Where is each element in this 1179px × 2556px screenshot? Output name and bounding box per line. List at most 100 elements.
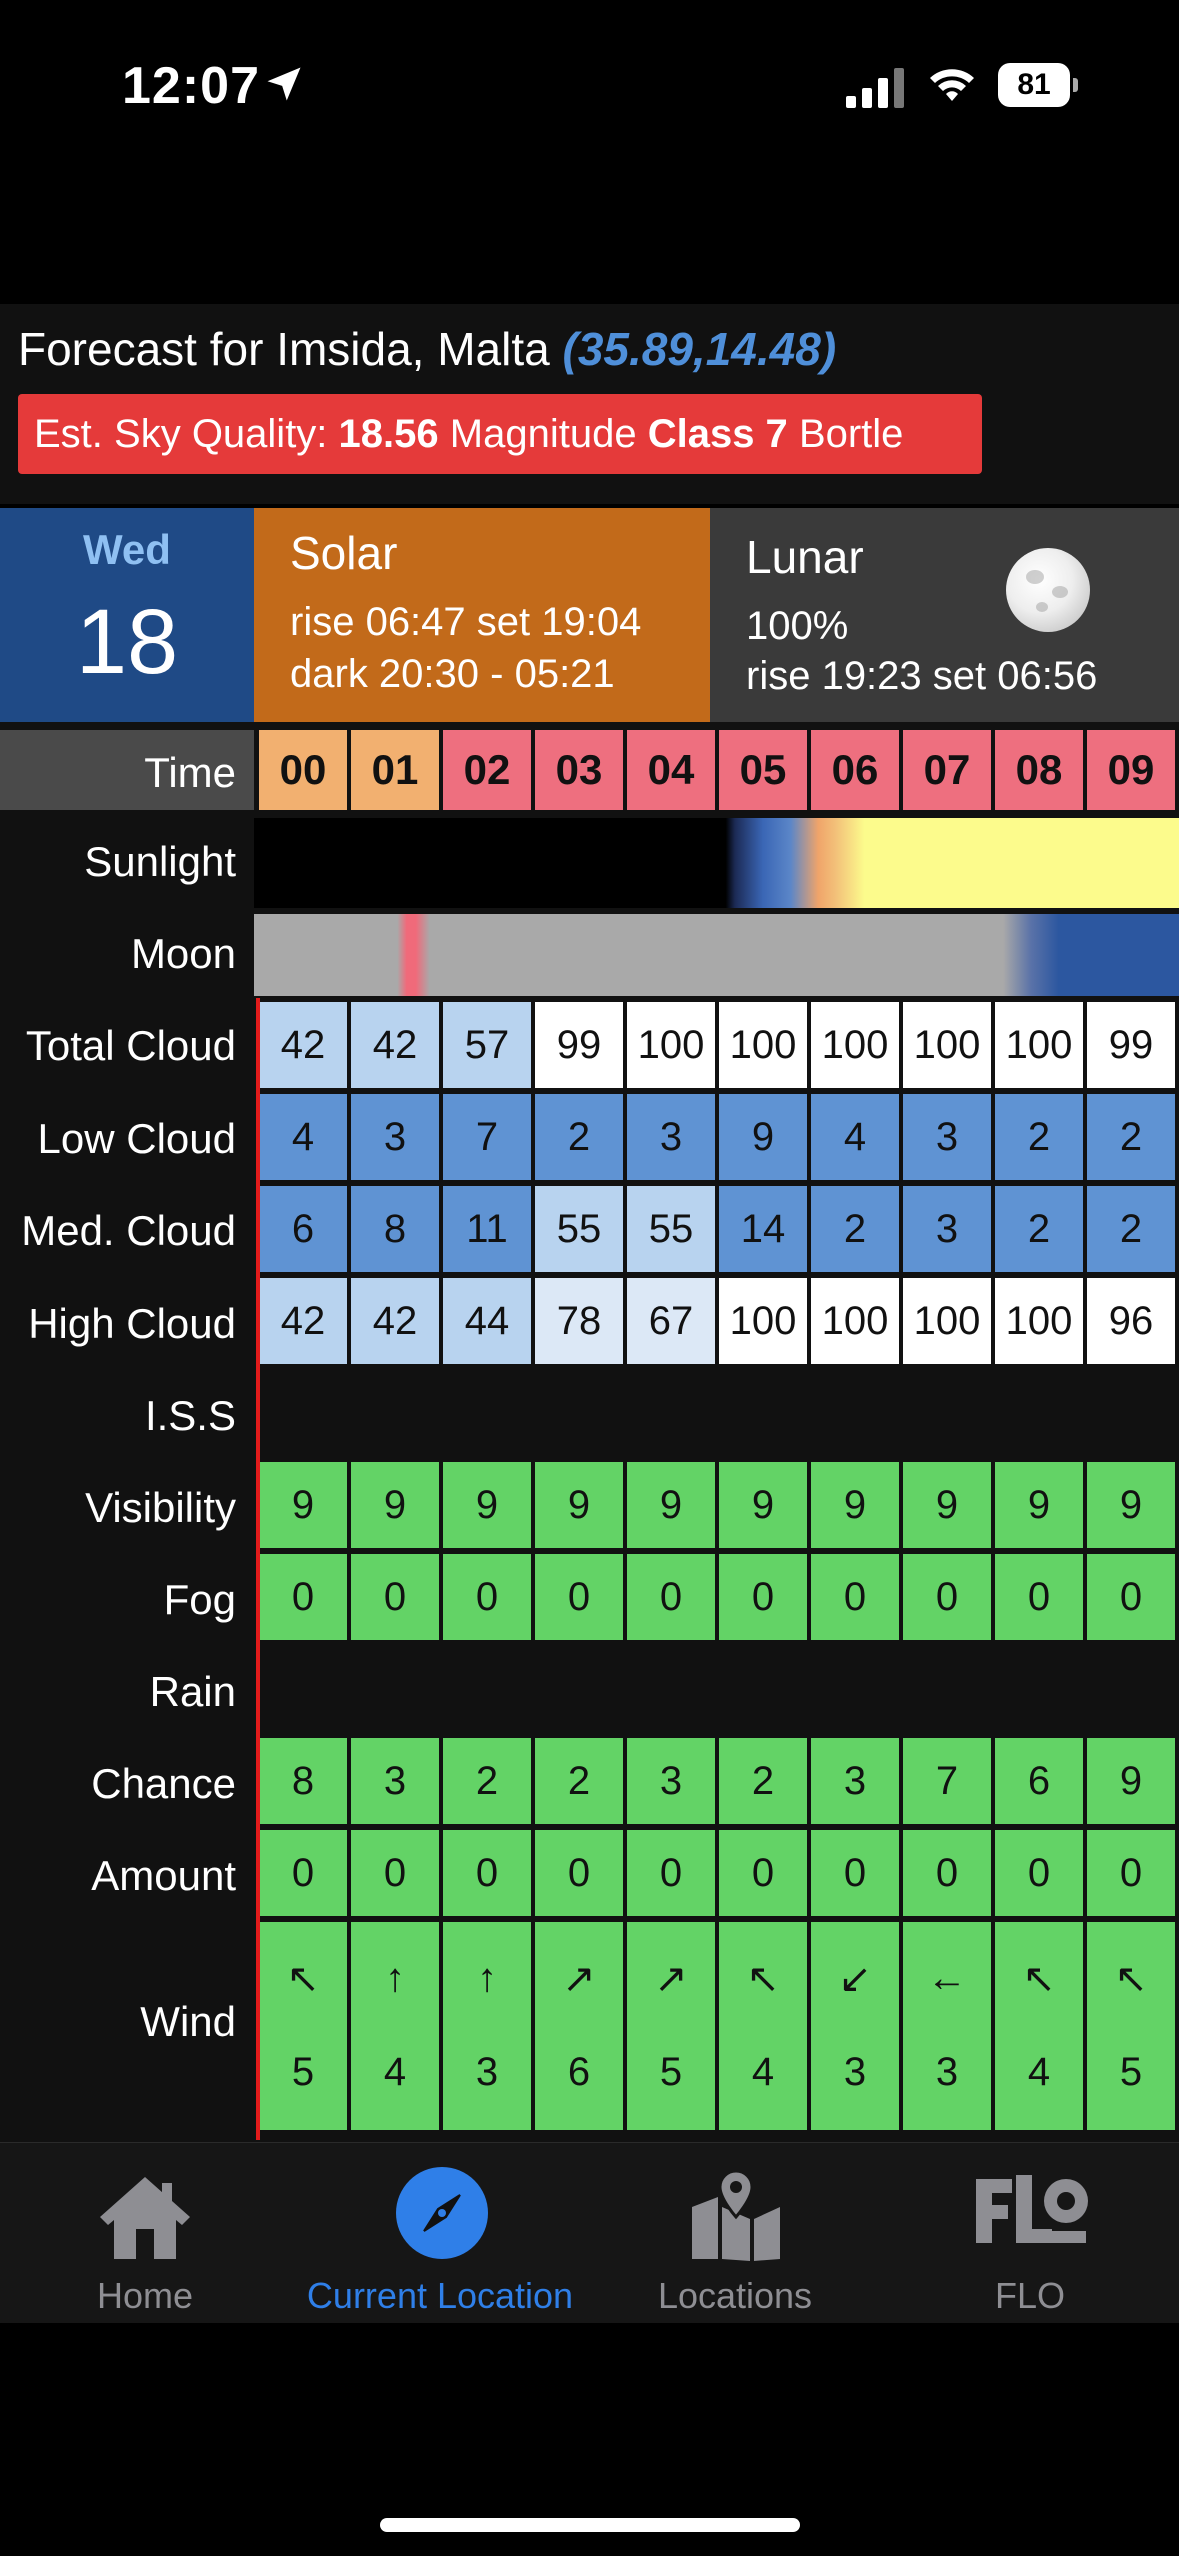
rain-amount-cell[interactable]: 0	[535, 1830, 623, 1916]
rain-amount-cell[interactable]: 0	[995, 1830, 1083, 1916]
visibility-cell[interactable]: 9	[351, 1462, 439, 1548]
med-cloud-cell[interactable]: 3	[903, 1186, 991, 1272]
low-cloud-cell[interactable]: 4	[811, 1094, 899, 1180]
location-coords[interactable]: (35.89,14.48)	[563, 323, 837, 375]
high-cloud-cell[interactable]: 78	[535, 1278, 623, 1364]
hour-cell[interactable]: 02	[443, 730, 531, 810]
fog-cell[interactable]: 0	[443, 1554, 531, 1640]
rain-chance-cell[interactable]: 2	[719, 1738, 807, 1824]
fog-cell[interactable]: 0	[903, 1554, 991, 1640]
total-cloud-cell[interactable]: 100	[811, 1002, 899, 1088]
wind-cell[interactable]: ↖ 5	[259, 1922, 347, 2130]
total-cloud-cell[interactable]: 100	[627, 1002, 715, 1088]
wind-cell[interactable]: ↗ 6	[535, 1922, 623, 2130]
rain-amount-cell[interactable]: 0	[443, 1830, 531, 1916]
high-cloud-cell[interactable]: 100	[719, 1278, 807, 1364]
fog-cell[interactable]: 0	[535, 1554, 623, 1640]
fog-cell[interactable]: 0	[259, 1554, 347, 1640]
low-cloud-cell[interactable]: 2	[535, 1094, 623, 1180]
med-cloud-cell[interactable]: 2	[995, 1186, 1083, 1272]
home-indicator[interactable]	[380, 2518, 800, 2532]
rain-amount-cell[interactable]: 0	[1087, 1830, 1175, 1916]
wind-cell[interactable]: ↙ 3	[811, 1922, 899, 2130]
total-cloud-cell[interactable]: 42	[259, 1002, 347, 1088]
low-cloud-cell[interactable]: 2	[995, 1094, 1083, 1180]
fog-cell[interactable]: 0	[627, 1554, 715, 1640]
med-cloud-cell[interactable]: 14	[719, 1186, 807, 1272]
med-cloud-cell[interactable]: 11	[443, 1186, 531, 1272]
high-cloud-cell[interactable]: 100	[903, 1278, 991, 1364]
total-cloud-cell[interactable]: 99	[1087, 1002, 1175, 1088]
rain-chance-cell[interactable]: 8	[259, 1738, 347, 1824]
hour-cell[interactable]: 09	[1087, 730, 1175, 810]
tab-flo[interactable]: FLO	[930, 2143, 1130, 2323]
hour-cell[interactable]: 03	[535, 730, 623, 810]
hour-cell[interactable]: 01	[351, 730, 439, 810]
tab-home[interactable]: Home	[40, 2143, 250, 2323]
rain-chance-cell[interactable]: 3	[627, 1738, 715, 1824]
low-cloud-cell[interactable]: 3	[351, 1094, 439, 1180]
high-cloud-cell[interactable]: 100	[995, 1278, 1083, 1364]
tab-locations[interactable]: Locations	[630, 2143, 840, 2323]
visibility-cell[interactable]: 9	[259, 1462, 347, 1548]
rain-amount-cell[interactable]: 0	[351, 1830, 439, 1916]
low-cloud-cell[interactable]: 4	[259, 1094, 347, 1180]
med-cloud-cell[interactable]: 55	[627, 1186, 715, 1272]
total-cloud-cell[interactable]: 57	[443, 1002, 531, 1088]
wind-cell[interactable]: ↖ 4	[995, 1922, 1083, 2130]
med-cloud-cell[interactable]: 55	[535, 1186, 623, 1272]
visibility-cell[interactable]: 9	[903, 1462, 991, 1548]
high-cloud-cell[interactable]: 44	[443, 1278, 531, 1364]
hour-cell[interactable]: 05	[719, 730, 807, 810]
rain-chance-cell[interactable]: 9	[1087, 1738, 1175, 1824]
visibility-cell[interactable]: 9	[995, 1462, 1083, 1548]
visibility-cell[interactable]: 9	[627, 1462, 715, 1548]
rain-chance-cell[interactable]: 3	[351, 1738, 439, 1824]
fog-cell[interactable]: 0	[1087, 1554, 1175, 1640]
rain-chance-cell[interactable]: 2	[443, 1738, 531, 1824]
rain-chance-cell[interactable]: 2	[535, 1738, 623, 1824]
rain-amount-cell[interactable]: 0	[719, 1830, 807, 1916]
hour-cell[interactable]: 06	[811, 730, 899, 810]
fog-cell[interactable]: 0	[995, 1554, 1083, 1640]
high-cloud-cell[interactable]: 42	[351, 1278, 439, 1364]
med-cloud-cell[interactable]: 2	[811, 1186, 899, 1272]
total-cloud-cell[interactable]: 100	[903, 1002, 991, 1088]
fog-cell[interactable]: 0	[719, 1554, 807, 1640]
visibility-cell[interactable]: 9	[443, 1462, 531, 1548]
rain-amount-cell[interactable]: 0	[627, 1830, 715, 1916]
low-cloud-cell[interactable]: 2	[1087, 1094, 1175, 1180]
visibility-cell[interactable]: 9	[535, 1462, 623, 1548]
hour-cell[interactable]: 00	[259, 730, 347, 810]
total-cloud-cell[interactable]: 99	[535, 1002, 623, 1088]
wind-cell[interactable]: ↗ 5	[627, 1922, 715, 2130]
fog-cell[interactable]: 0	[351, 1554, 439, 1640]
wind-cell[interactable]: ↑ 4	[351, 1922, 439, 2130]
med-cloud-cell[interactable]: 8	[351, 1186, 439, 1272]
visibility-cell[interactable]: 9	[811, 1462, 899, 1548]
fog-cell[interactable]: 0	[811, 1554, 899, 1640]
rain-chance-cell[interactable]: 7	[903, 1738, 991, 1824]
high-cloud-cell[interactable]: 96	[1087, 1278, 1175, 1364]
total-cloud-cell[interactable]: 42	[351, 1002, 439, 1088]
low-cloud-cell[interactable]: 3	[903, 1094, 991, 1180]
wind-cell[interactable]: ↖ 4	[719, 1922, 807, 2130]
wind-cell[interactable]: ↖ 5	[1087, 1922, 1175, 2130]
total-cloud-cell[interactable]: 100	[995, 1002, 1083, 1088]
med-cloud-cell[interactable]: 6	[259, 1186, 347, 1272]
rain-chance-cell[interactable]: 3	[811, 1738, 899, 1824]
rain-amount-cell[interactable]: 0	[903, 1830, 991, 1916]
wind-cell[interactable]: ← 3	[903, 1922, 991, 2130]
hour-cell[interactable]: 04	[627, 730, 715, 810]
rain-amount-cell[interactable]: 0	[811, 1830, 899, 1916]
med-cloud-cell[interactable]: 2	[1087, 1186, 1175, 1272]
wind-cell[interactable]: ↑ 3	[443, 1922, 531, 2130]
high-cloud-cell[interactable]: 42	[259, 1278, 347, 1364]
total-cloud-cell[interactable]: 100	[719, 1002, 807, 1088]
visibility-cell[interactable]: 9	[1087, 1462, 1175, 1548]
high-cloud-cell[interactable]: 100	[811, 1278, 899, 1364]
low-cloud-cell[interactable]: 7	[443, 1094, 531, 1180]
high-cloud-cell[interactable]: 67	[627, 1278, 715, 1364]
low-cloud-cell[interactable]: 9	[719, 1094, 807, 1180]
hour-cell[interactable]: 07	[903, 730, 991, 810]
